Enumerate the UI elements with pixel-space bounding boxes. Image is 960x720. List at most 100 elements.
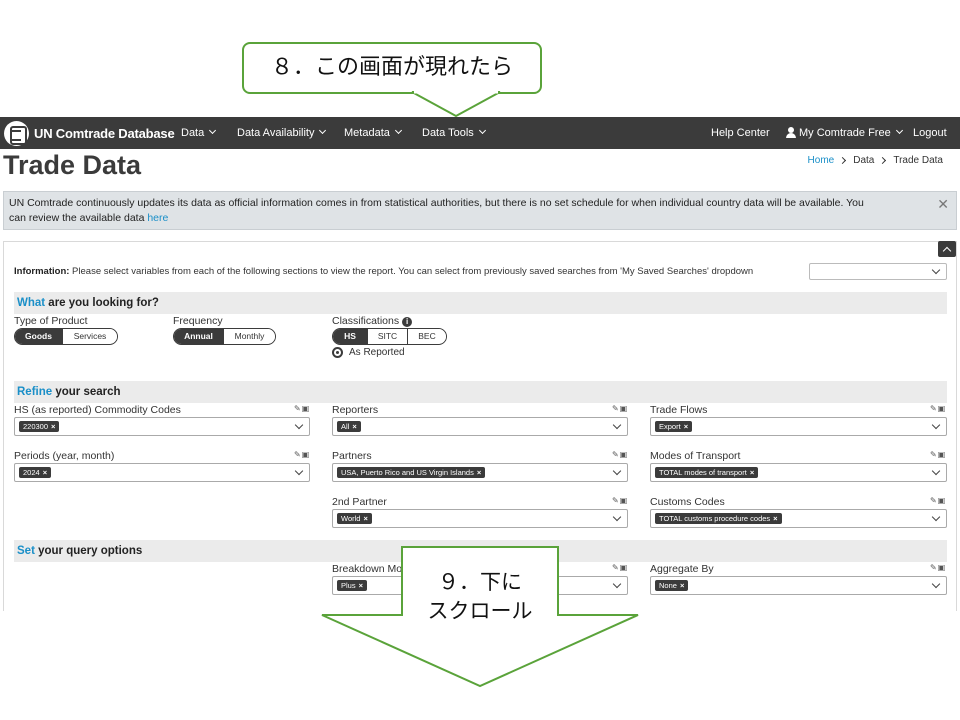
type-goods-option[interactable]: Goods — [15, 329, 63, 344]
edit-icons[interactable]: ✎▣ — [294, 404, 310, 413]
chevron-right-icon — [839, 156, 847, 165]
frequency-monthly-option[interactable]: Monthly — [224, 329, 275, 344]
section-refine-title: your search — [52, 386, 121, 398]
edit-icons[interactable]: ✎▣ — [294, 450, 310, 459]
second-partner-tag[interactable]: World × — [337, 513, 372, 524]
chevron-right-icon — [879, 156, 887, 165]
section-what-accent: What — [17, 297, 46, 309]
modes-of-transport-select[interactable]: TOTAL modes of transport × — [650, 463, 947, 482]
frequency-annual-option[interactable]: Annual — [174, 329, 224, 344]
trade-flows-select[interactable]: Export × — [650, 417, 947, 436]
remove-tag-icon[interactable]: × — [359, 581, 363, 590]
partners-label: Partners — [332, 450, 372, 462]
classification-hs-option[interactable]: HS — [333, 329, 368, 344]
nav-data[interactable]: Data — [181, 117, 217, 149]
frequency-toggle: Annual Monthly — [173, 328, 276, 345]
edit-icons[interactable]: ✎▣ — [612, 450, 628, 459]
periods-label: Periods (year, month) — [14, 450, 115, 462]
nav-logout[interactable]: Logout — [913, 117, 947, 149]
remove-tag-icon[interactable]: × — [773, 514, 777, 523]
reporters-select[interactable]: All × — [332, 417, 628, 436]
section-set-title: your query options — [34, 545, 143, 557]
chevron-down-icon — [478, 126, 486, 135]
section-what-title: are you looking for? — [45, 297, 159, 309]
nav-help-center[interactable]: Help Center — [711, 117, 770, 149]
partner-tag[interactable]: USA, Puerto Rico and US Virgin Islands × — [337, 467, 486, 478]
second-partner-select[interactable]: World × — [332, 509, 628, 528]
frequency-label: Frequency — [173, 315, 223, 327]
period-tag-text: 2024 — [23, 468, 40, 477]
info-icon[interactable]: i — [402, 317, 413, 327]
trade-flow-tag[interactable]: Export × — [655, 421, 693, 432]
edit-icons[interactable]: ✎▣ — [612, 404, 628, 413]
saved-searches-select[interactable] — [809, 263, 947, 280]
breadcrumb-trade-data: Trade Data — [893, 155, 943, 166]
chevron-down-icon — [319, 126, 327, 135]
edit-icons[interactable]: ✎▣ — [930, 404, 946, 413]
breadcrumb-data[interactable]: Data — [853, 155, 874, 166]
second-partner-label: 2nd Partner — [332, 496, 387, 508]
callout-step-9-line2: スクロール — [427, 599, 533, 623]
as-reported-radio[interactable]: As Reported — [332, 347, 405, 358]
aggregate-tag[interactable]: None × — [655, 580, 689, 591]
reporter-tag[interactable]: All × — [337, 421, 361, 432]
chevron-down-icon — [931, 265, 941, 275]
edit-icons[interactable]: ✎▣ — [612, 496, 628, 505]
collapse-panel-button[interactable] — [938, 241, 956, 257]
chevron-down-icon — [931, 579, 941, 589]
alert-here-link[interactable]: here — [147, 212, 168, 224]
transport-tag-text: TOTAL modes of transport — [659, 468, 747, 477]
type-of-product-label: Type of Product — [14, 315, 88, 327]
reporter-tag-text: All — [341, 422, 350, 431]
transport-tag[interactable]: TOTAL modes of transport × — [655, 467, 759, 478]
remove-tag-icon[interactable]: × — [684, 422, 688, 431]
un-comtrade-logo-icon — [4, 120, 29, 146]
periods-select[interactable]: 2024 × — [14, 463, 310, 482]
nav-data-label: Data — [181, 127, 205, 139]
customs-codes-label: Customs Codes — [650, 496, 725, 508]
remove-tag-icon[interactable]: × — [750, 468, 754, 477]
alert-text: UN Comtrade continuously updates its dat… — [9, 197, 864, 224]
remove-tag-icon[interactable]: × — [680, 581, 684, 590]
period-tag[interactable]: 2024 × — [19, 467, 52, 478]
trade-flows-label: Trade Flows — [650, 404, 708, 416]
section-set-accent: Set — [17, 545, 35, 557]
nav-metadata[interactable]: Metadata — [344, 117, 402, 149]
edit-icons[interactable]: ✎▣ — [612, 563, 628, 572]
edit-icons[interactable]: ✎▣ — [930, 563, 946, 572]
classifications-label-text: Classifications — [332, 315, 400, 327]
callout-step-9-line1: ９．下に — [438, 570, 522, 594]
edit-icons[interactable]: ✎▣ — [930, 496, 946, 505]
radio-selected-icon — [332, 347, 343, 358]
close-icon[interactable]: ✕ — [937, 197, 949, 212]
breakdown-tag[interactable]: Plus × — [337, 580, 367, 591]
brand[interactable]: UN Comtrade Database — [4, 120, 175, 146]
second-partner-tag-text: World — [341, 514, 361, 523]
remove-tag-icon[interactable]: × — [43, 468, 47, 477]
aggregate-by-select[interactable]: None × — [650, 576, 947, 595]
chevron-down-icon — [612, 420, 622, 430]
partner-tag-text: USA, Puerto Rico and US Virgin Islands — [341, 468, 474, 477]
type-services-option[interactable]: Services — [63, 329, 117, 344]
commodity-code-tag[interactable]: 220300 × — [19, 421, 60, 432]
breadcrumb: Home Data Trade Data — [808, 155, 943, 166]
customs-tag[interactable]: TOTAL customs procedure codes × — [655, 513, 782, 524]
partners-select[interactable]: USA, Puerto Rico and US Virgin Islands × — [332, 463, 628, 482]
remove-tag-icon[interactable]: × — [352, 422, 356, 431]
remove-tag-icon[interactable]: × — [51, 422, 55, 431]
remove-tag-icon[interactable]: × — [363, 514, 367, 523]
nav-data-tools[interactable]: Data Tools — [422, 117, 486, 149]
edit-icons[interactable]: ✎▣ — [930, 450, 946, 459]
remove-tag-icon[interactable]: × — [477, 468, 481, 477]
chevron-down-icon — [612, 466, 622, 476]
classification-sitc-option[interactable]: SITC — [368, 329, 408, 344]
user-icon — [786, 127, 796, 138]
breadcrumb-home[interactable]: Home — [808, 155, 835, 166]
nav-account[interactable]: My Comtrade Free — [786, 117, 903, 149]
nav-data-availability[interactable]: Data Availability — [237, 117, 327, 149]
classification-bec-option[interactable]: BEC — [408, 329, 446, 344]
chevron-down-icon — [931, 420, 941, 430]
nav-data-tools-label: Data Tools — [422, 127, 474, 139]
commodity-codes-select[interactable]: 220300 × — [14, 417, 310, 436]
customs-codes-select[interactable]: TOTAL customs procedure codes × — [650, 509, 947, 528]
